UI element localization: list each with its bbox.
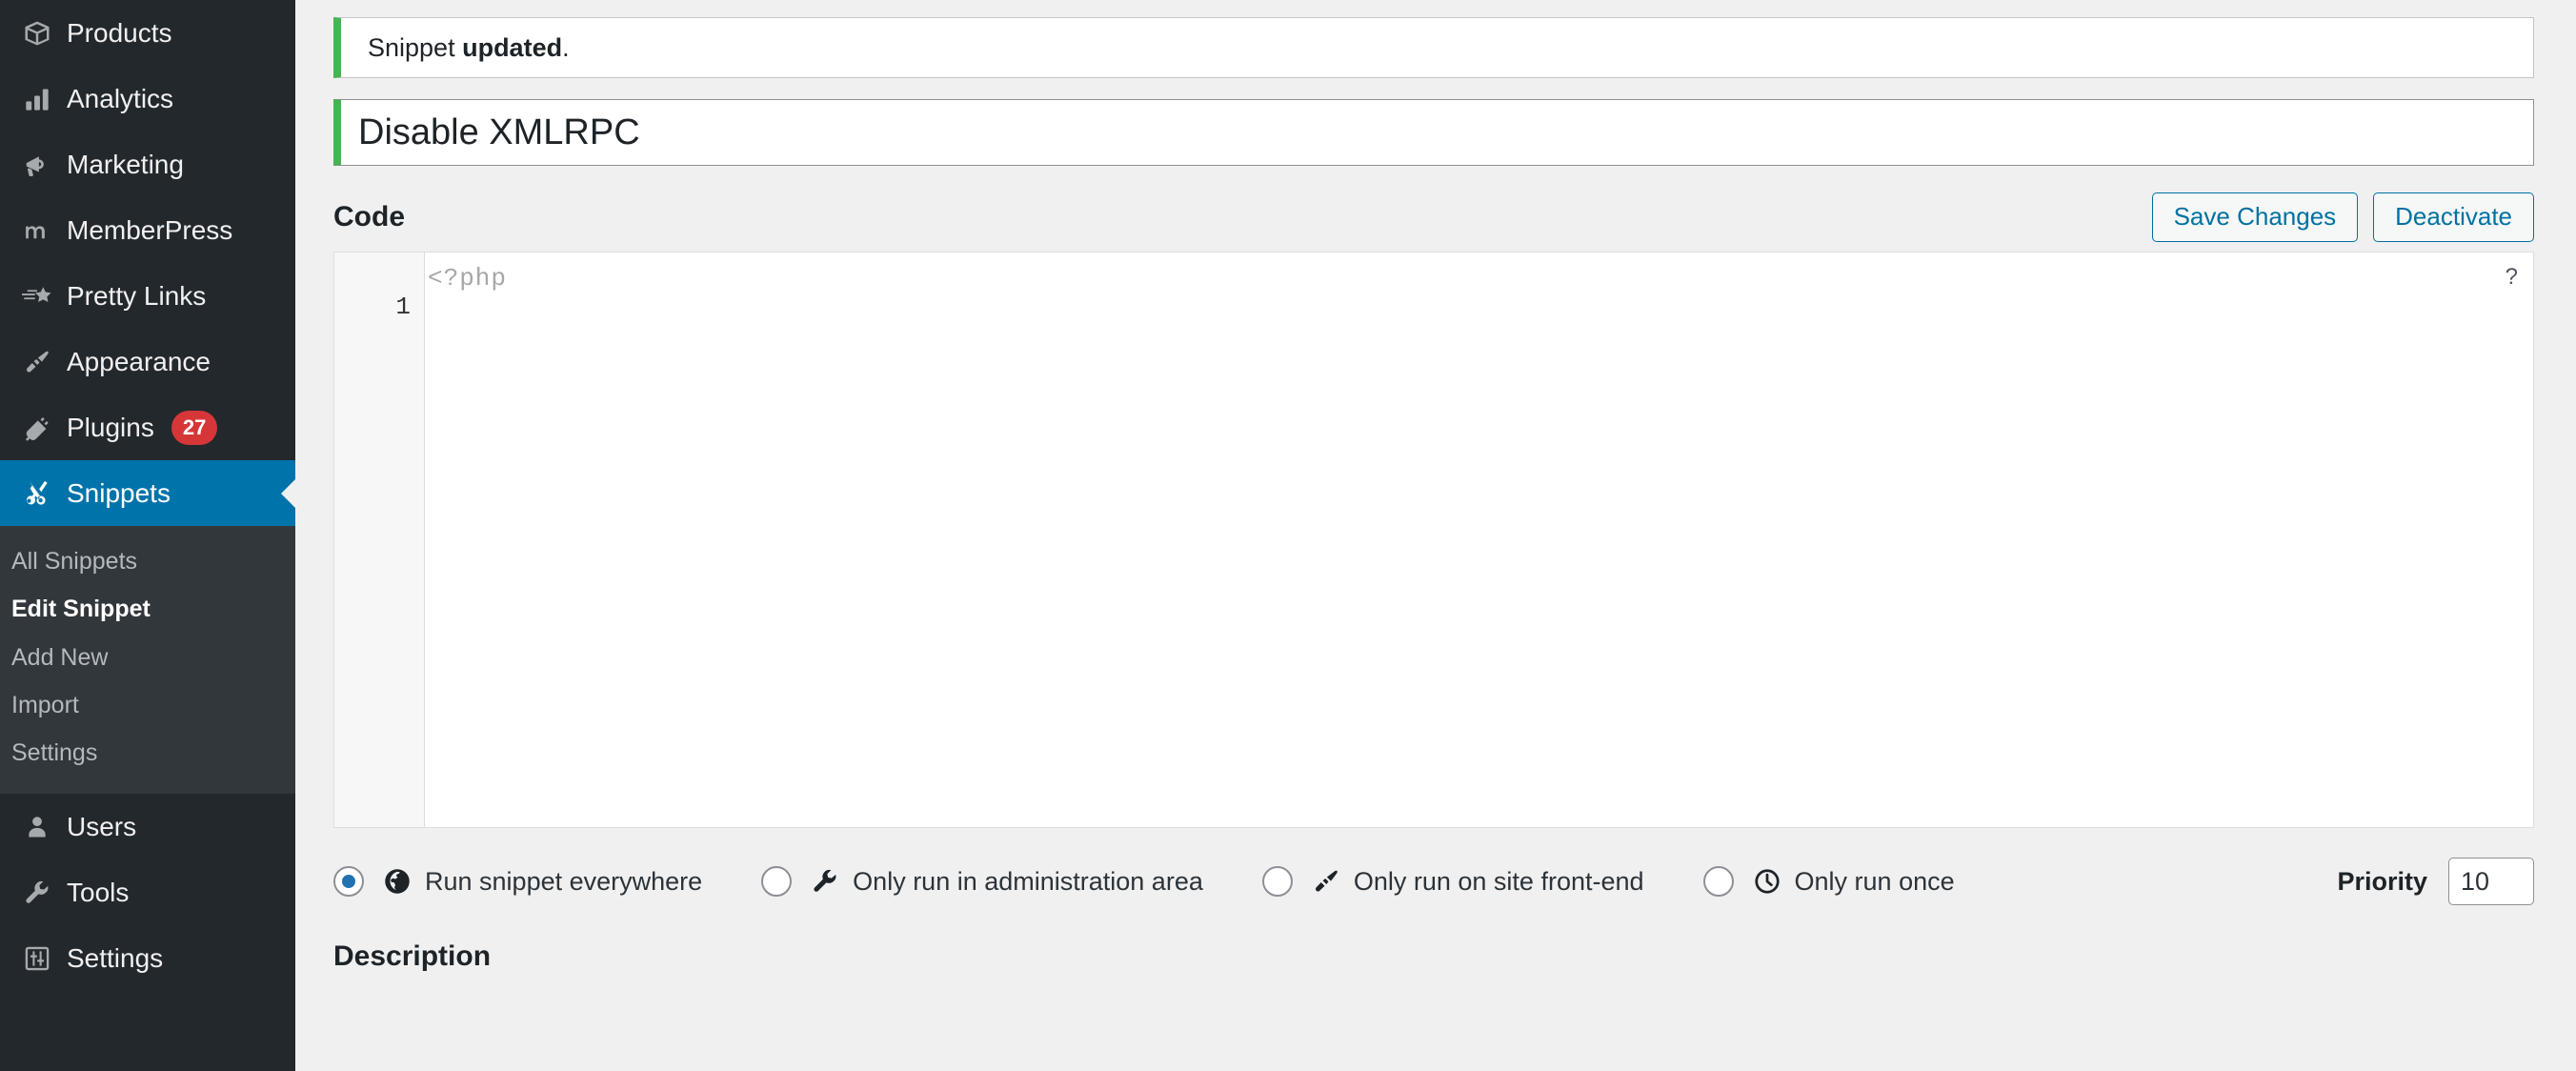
wordpress-admin-screen: Products Analytics Marketing MemberPress	[0, 0, 2576, 1071]
user-icon	[8, 814, 67, 840]
sidebar-item-memberpress[interactable]: MemberPress	[0, 197, 295, 263]
line-number: 1	[395, 293, 411, 321]
sidebar-item-label: Analytics	[67, 83, 174, 113]
main-content: Snippet updated. Code Save Changes Deact…	[295, 0, 2576, 1071]
notice-suffix: .	[562, 32, 570, 62]
scope-option-everywhere[interactable]: Run snippet everywhere	[333, 866, 702, 897]
sidebar-item-users[interactable]: Users	[0, 794, 295, 859]
comet-star-icon	[8, 282, 67, 311]
submenu-item-all-snippets[interactable]: All Snippets	[0, 537, 295, 585]
sliders-icon	[8, 945, 67, 972]
radio-admin-area[interactable]	[761, 866, 793, 897]
sidebar-item-pretty-links[interactable]: Pretty Links	[0, 263, 295, 329]
submenu-item-edit-snippet[interactable]: Edit Snippet	[0, 585, 295, 633]
sidebar-item-settings[interactable]: Settings	[0, 925, 295, 991]
megaphone-icon	[8, 151, 67, 179]
admin-sidebar: Products Analytics Marketing MemberPress	[0, 0, 295, 1071]
clock-icon	[1751, 867, 1783, 896]
sidebar-item-label: Plugins	[67, 412, 154, 442]
deactivate-button[interactable]: Deactivate	[2373, 192, 2534, 242]
sidebar-item-label: Snippets	[67, 477, 171, 508]
memberpress-m-icon	[8, 216, 67, 245]
sidebar-item-plugins[interactable]: Plugins 27	[0, 394, 295, 460]
scope-option-frontend[interactable]: Only run on site front-end	[1261, 866, 1644, 897]
scope-option-admin[interactable]: Only run in administration area	[761, 866, 1203, 897]
notice-text: Snippet updated.	[368, 33, 570, 63]
scope-label: Run snippet everywhere	[425, 866, 703, 896]
snippet-title-input[interactable]	[358, 111, 2533, 153]
scope-label: Only run on site front-end	[1353, 866, 1644, 896]
help-icon[interactable]: ?	[2506, 264, 2518, 291]
sidebar-item-label: Tools	[67, 877, 130, 907]
sidebar-item-analytics[interactable]: Analytics	[0, 66, 295, 131]
radio-front-end[interactable]	[1261, 866, 1293, 897]
sidebar-item-marketing[interactable]: Marketing	[0, 131, 295, 197]
paintbrush-icon	[8, 348, 67, 376]
submenu-item-import[interactable]: Import	[0, 681, 295, 729]
wrench-icon	[809, 867, 841, 896]
scope-options-row: Run snippet everywhere Only run in admin…	[333, 855, 2534, 908]
code-actions: Save Changes Deactivate	[2151, 192, 2534, 242]
sidebar-item-products[interactable]: Products	[0, 0, 295, 66]
priority-group: Priority	[2337, 858, 2534, 905]
priority-input[interactable]	[2448, 858, 2534, 905]
sidebar-item-label: Appearance	[67, 346, 211, 376]
radio-everywhere[interactable]	[333, 866, 364, 897]
sidebar-item-label: Users	[67, 811, 137, 841]
sidebar-item-label: Products	[67, 17, 172, 48]
sidebar-item-label: Settings	[67, 942, 164, 973]
scope-label: Only run once	[1794, 866, 1955, 896]
notice-prefix: Snippet	[368, 32, 463, 62]
submenu-item-settings[interactable]: Settings	[0, 729, 295, 777]
sidebar-item-tools[interactable]: Tools	[0, 859, 295, 925]
snippet-title-field[interactable]	[333, 99, 2534, 166]
code-section-header: Code Save Changes Deactivate	[333, 192, 2534, 242]
submenu-item-add-new[interactable]: Add New	[0, 634, 295, 681]
description-heading: Description	[333, 940, 492, 972]
sidebar-item-label: Marketing	[67, 149, 184, 179]
plug-icon	[8, 414, 67, 442]
plugins-update-badge: 27	[171, 410, 218, 445]
notice-bold: updated	[462, 32, 563, 62]
wrench-icon	[8, 879, 67, 907]
sidebar-item-label: Pretty Links	[67, 280, 207, 311]
code-heading: Code	[333, 201, 405, 232]
editor-text-area[interactable]: <?php ?	[425, 253, 2533, 827]
code-editor[interactable]: 1 <?php ?	[333, 252, 2534, 828]
globe-icon	[381, 867, 413, 896]
box-icon	[8, 19, 67, 48]
priority-label: Priority	[2337, 866, 2427, 896]
scope-label: Only run in administration area	[853, 866, 1203, 896]
status-notice: Snippet updated.	[333, 17, 2534, 78]
sidebar-item-label: MemberPress	[67, 214, 233, 245]
scope-option-once[interactable]: Only run once	[1702, 866, 1955, 897]
snippets-submenu: All Snippets Edit Snippet Add New Import…	[0, 526, 295, 795]
bar-chart-icon	[8, 86, 67, 112]
pin-icon	[1310, 867, 1342, 896]
save-changes-button[interactable]: Save Changes	[2151, 192, 2359, 242]
scissors-icon	[8, 478, 67, 509]
sidebar-item-snippets[interactable]: Snippets	[0, 460, 295, 526]
radio-run-once[interactable]	[1702, 866, 1734, 897]
editor-gutter: 1	[334, 253, 425, 827]
sidebar-item-appearance[interactable]: Appearance	[0, 329, 295, 394]
php-open-tag-label: <?php	[428, 264, 508, 293]
